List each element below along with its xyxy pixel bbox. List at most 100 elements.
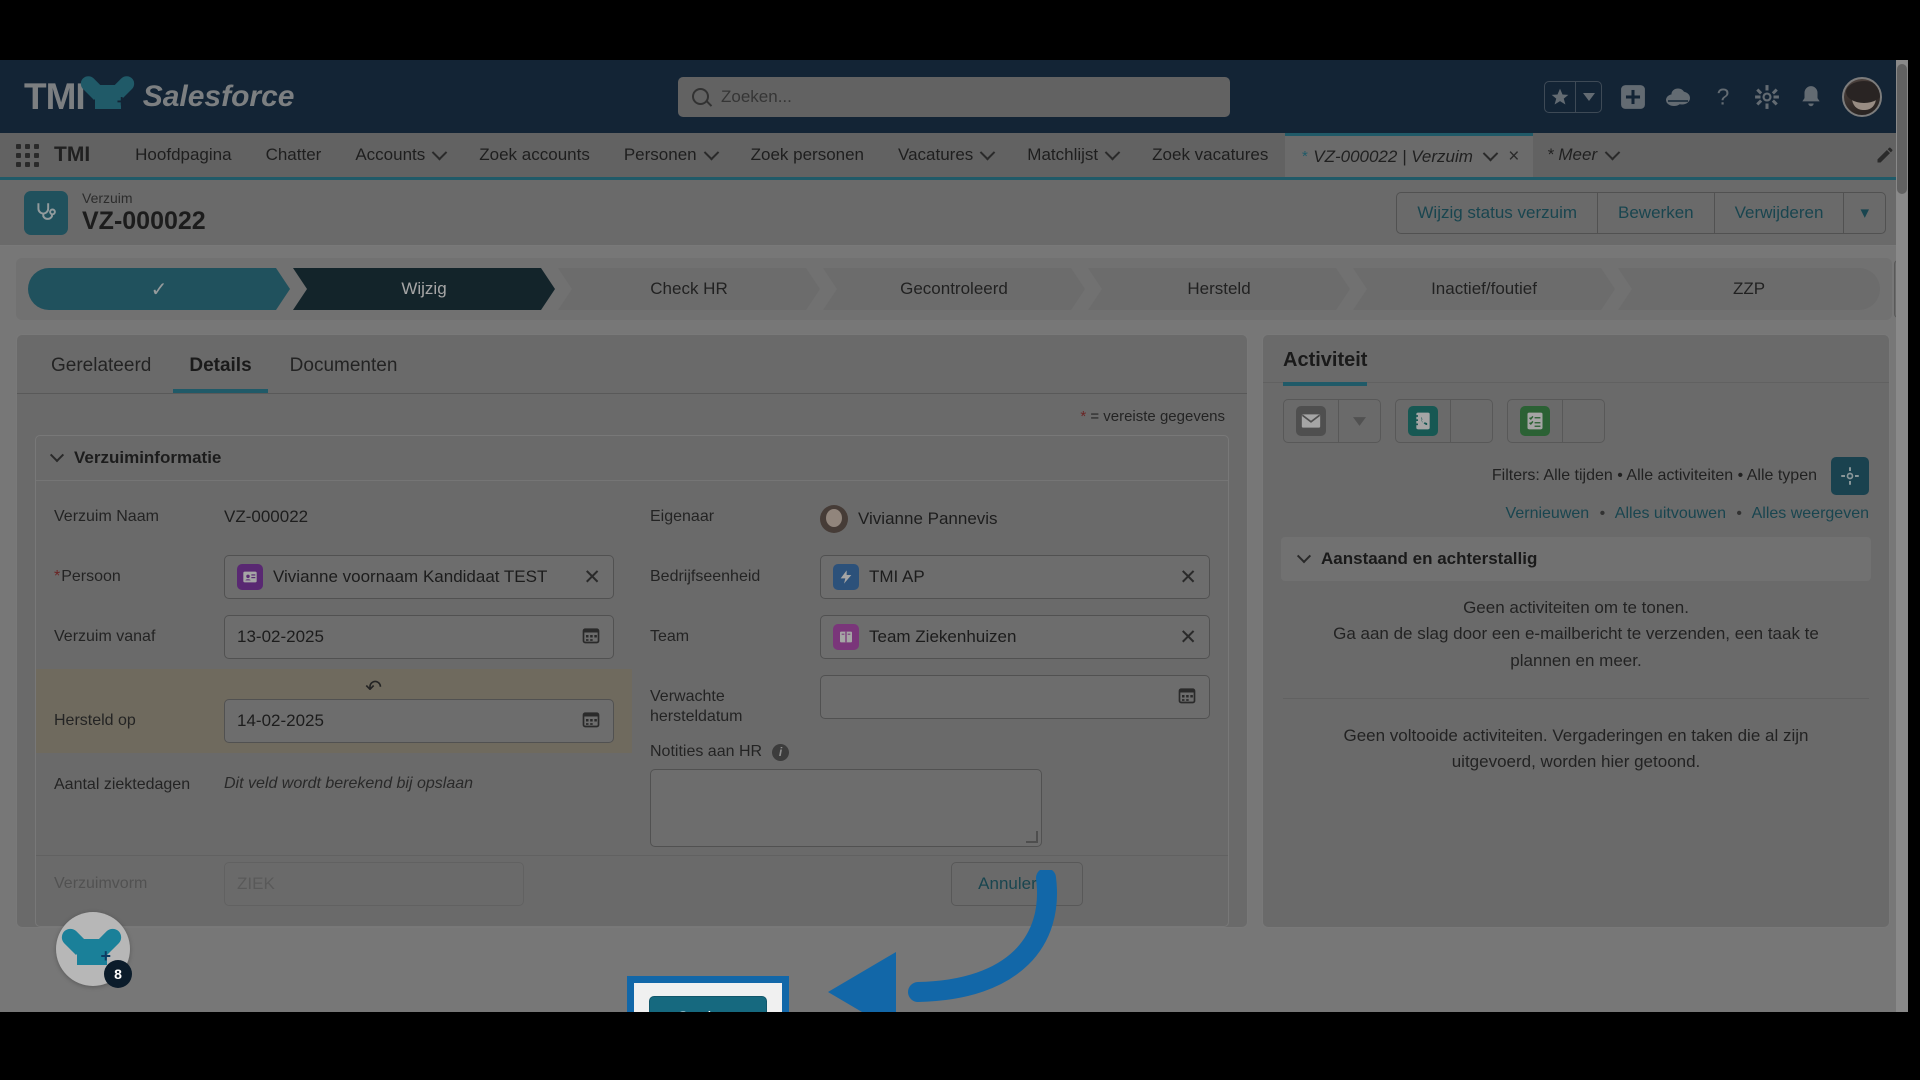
path-stage-zzp[interactable]: ZZP bbox=[1618, 268, 1880, 310]
search-input[interactable]: Zoeken... bbox=[678, 76, 1230, 117]
nav-item-vacatures[interactable]: Vacatures bbox=[881, 133, 1010, 177]
log-a-call-action-group[interactable] bbox=[1395, 399, 1493, 443]
log-a-call-caret-icon[interactable] bbox=[1450, 400, 1492, 442]
email-icon[interactable] bbox=[1284, 400, 1338, 442]
nav-item-matchlijst[interactable]: Matchlijst bbox=[1010, 133, 1135, 177]
filters-text: Filters: Alle tijden • Alle activiteiten… bbox=[1491, 467, 1817, 484]
email-glyph bbox=[1296, 406, 1326, 436]
path-stage-gecontroleerd[interactable]: Gecontroleerd bbox=[823, 268, 1085, 310]
verzuiminformatie-section: Verzuiminformatie Verzuim Naam VZ-000022 bbox=[35, 435, 1229, 927]
bedrijfseenheid-lookup-input[interactable]: TMI AP ✕ bbox=[820, 555, 1210, 599]
close-icon[interactable]: × bbox=[1508, 146, 1519, 168]
verzuimvorm-input[interactable]: ZIEK bbox=[224, 862, 524, 906]
field-value[interactable]: Vivianne Pannevis bbox=[858, 509, 998, 529]
field-value: VZ-000022 bbox=[224, 507, 309, 526]
field-hersteld-op-highlight: ↶ Hersteld op 14-02-2025 bbox=[36, 669, 632, 753]
accordion-aanstaand-en-achterstallig[interactable]: Aanstaand en achterstallig bbox=[1281, 537, 1871, 581]
link-alles-uitvouwen[interactable]: Alles uitvouwen bbox=[1615, 505, 1726, 522]
calendar-icon[interactable] bbox=[1177, 685, 1197, 710]
path-stage-wijzig[interactable]: Wijzig bbox=[293, 268, 555, 310]
info-icon[interactable]: i bbox=[772, 743, 790, 761]
scroll-thumb[interactable] bbox=[1897, 64, 1907, 194]
heart-plus-icon[interactable]: + 8 bbox=[56, 912, 132, 988]
chevron-down-icon[interactable] bbox=[1482, 145, 1499, 162]
clear-icon[interactable]: ✕ bbox=[1179, 565, 1197, 590]
verzuim-vanaf-date-input[interactable]: 13-02-2025 bbox=[224, 615, 614, 659]
favorites-star-icon[interactable] bbox=[1545, 82, 1575, 112]
calendar-icon[interactable] bbox=[581, 625, 601, 650]
clear-icon[interactable]: ✕ bbox=[583, 565, 601, 590]
more-actions-caret-icon[interactable]: ▾ bbox=[1843, 192, 1885, 233]
path-stage-inactief-foutief[interactable]: Inactief/foutief bbox=[1353, 268, 1615, 310]
annotation-arrow bbox=[828, 870, 1057, 1012]
chevron-down-icon bbox=[431, 144, 448, 160]
accordion-title: Aanstaand en achterstallig bbox=[1321, 549, 1538, 568]
email-caret-icon[interactable] bbox=[1338, 400, 1380, 442]
chevron-down-icon bbox=[703, 144, 719, 160]
settings-gear-icon[interactable] bbox=[1754, 84, 1780, 110]
page-scrollbar[interactable] bbox=[1896, 60, 1908, 1012]
app-launcher-icon[interactable] bbox=[0, 133, 54, 177]
settings-gear-icon[interactable] bbox=[1831, 457, 1869, 495]
nav-item-chatter[interactable]: Chatter bbox=[249, 133, 339, 177]
path: ✓ Wijzig Check HR Gecontroleerd Hersteld… bbox=[16, 258, 1892, 320]
new-task-icon[interactable] bbox=[1508, 400, 1562, 442]
calendar-icon[interactable] bbox=[581, 709, 601, 734]
link-alles-weergeven[interactable]: Alles weergeven bbox=[1752, 505, 1869, 522]
nav-item-accounts[interactable]: Accounts bbox=[338, 133, 462, 177]
notifications-bell-icon[interactable] bbox=[1798, 84, 1824, 110]
app-name[interactable]: TMI bbox=[54, 133, 118, 177]
help-icon[interactable]: ? bbox=[1710, 84, 1736, 110]
nav-label: Zoek vacatures bbox=[1152, 145, 1269, 164]
email-action-group[interactable] bbox=[1283, 399, 1381, 443]
tab-gerelateerd[interactable]: Gerelateerd bbox=[35, 347, 167, 393]
nav-item-zoek-vacatures[interactable]: Zoek vacatures bbox=[1135, 133, 1285, 177]
tab-details[interactable]: Details bbox=[173, 347, 268, 393]
field-label-verzuimvorm: Verzuimvorm bbox=[54, 875, 148, 892]
nav-more[interactable]: * Meer bbox=[1533, 133, 1632, 177]
section-header[interactable]: Verzuiminformatie bbox=[36, 436, 1228, 481]
nav-item-hoofdpagina[interactable]: Hoofdpagina bbox=[118, 133, 248, 177]
link-vernieuwen[interactable]: Vernieuwen bbox=[1506, 505, 1590, 522]
save-button[interactable]: Opslaan bbox=[649, 996, 767, 1012]
field-notities-aan-hr: Notities aan HR i bbox=[650, 743, 1210, 847]
wijzig-status-verzuim-button[interactable]: Wijzig status verzuim bbox=[1397, 193, 1597, 233]
new-task-action-group[interactable] bbox=[1507, 399, 1605, 443]
path-stage-hersteld[interactable]: Hersteld bbox=[1088, 268, 1350, 310]
logo-salesforce-text: Salesforce bbox=[142, 79, 295, 113]
undo-icon[interactable]: ↶ bbox=[365, 675, 382, 700]
nav-item-personen[interactable]: Personen bbox=[607, 133, 734, 177]
nav-item-zoek-personen[interactable]: Zoek personen bbox=[734, 133, 881, 177]
tab-verzuim-vz-000022[interactable]: * VZ-000022 | Verzuim × bbox=[1285, 133, 1534, 177]
notities-aan-hr-textarea[interactable] bbox=[650, 769, 1042, 847]
field-value: Dit veld wordt berekend bij opslaan bbox=[224, 775, 474, 792]
clear-icon[interactable]: ✕ bbox=[1179, 625, 1197, 650]
nav-item-zoek-accounts[interactable]: Zoek accounts bbox=[462, 133, 607, 177]
tab-documenten[interactable]: Documenten bbox=[274, 347, 414, 393]
favorites-caret-icon[interactable] bbox=[1575, 81, 1601, 112]
global-search[interactable]: Zoeken... bbox=[678, 76, 1230, 117]
path-stage-check-hr[interactable]: Check HR bbox=[558, 268, 820, 310]
field-aantal-ziektedagen: Aantal ziektedagen Dit veld wordt bereke… bbox=[54, 763, 614, 795]
save-button-highlight: Opslaan bbox=[627, 976, 789, 1012]
verwijderen-button[interactable]: Verwijderen bbox=[1713, 192, 1844, 233]
empty-completed-message: Geen voltooide activiteiten. Vergadering… bbox=[1343, 726, 1809, 772]
task-list-glyph bbox=[1520, 406, 1550, 436]
team-lookup-input[interactable]: Team Ziekenhuizen ✕ bbox=[820, 615, 1210, 659]
cloud-setup-icon[interactable] bbox=[1664, 86, 1692, 108]
persoon-lookup-input[interactable]: Vivianne voornaam Kandidaat TEST ✕ bbox=[224, 555, 614, 599]
path-stage-completed[interactable]: ✓ bbox=[28, 268, 290, 310]
avatar[interactable] bbox=[1842, 76, 1882, 117]
field-verwachte-hersteldatum: Verwachte hersteldatum bbox=[650, 675, 1210, 727]
log-a-call-icon[interactable] bbox=[1396, 400, 1450, 442]
global-add-icon[interactable] bbox=[1620, 84, 1646, 110]
field-label: Aantal ziektedagen bbox=[54, 776, 191, 793]
new-task-caret-icon[interactable] bbox=[1562, 400, 1604, 442]
hersteld-op-date-input[interactable]: 14-02-2025 bbox=[224, 699, 614, 743]
bewerken-button[interactable]: Bewerken bbox=[1597, 192, 1714, 233]
content-columns: Gerelateerd Details Documenten * = verei… bbox=[0, 320, 1908, 928]
search-placeholder: Zoeken... bbox=[721, 86, 792, 106]
verwachte-hersteldatum-date-input[interactable] bbox=[820, 675, 1210, 719]
favorites-group[interactable] bbox=[1544, 80, 1602, 113]
nav-label: Matchlijst bbox=[1027, 145, 1099, 164]
